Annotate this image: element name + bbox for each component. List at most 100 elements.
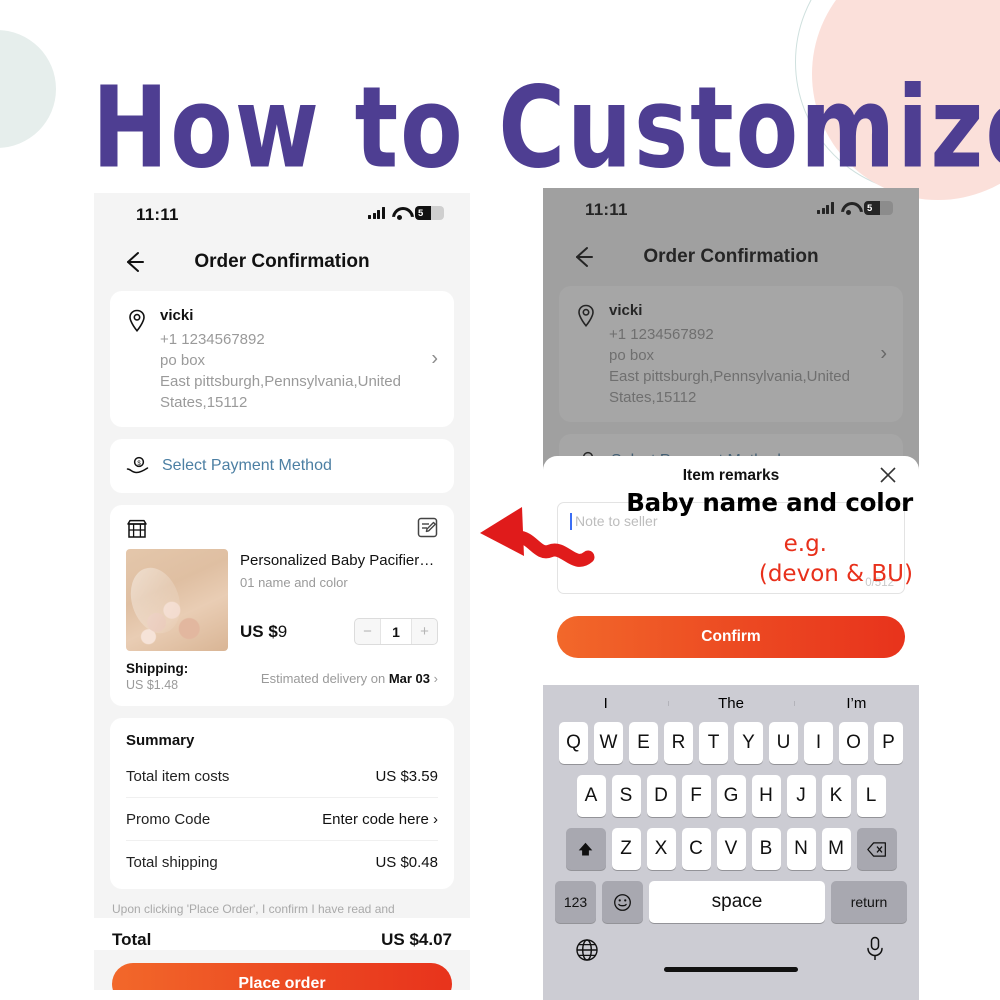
nav-bar: Order Confirmation: [94, 239, 470, 291]
key-e[interactable]: E: [629, 722, 658, 764]
summary-label: Promo Code: [126, 810, 211, 828]
disclaimer-text: Upon clicking 'Place Order', I confirm I…: [112, 902, 395, 916]
key-a[interactable]: A: [576, 775, 606, 817]
address-name: vicki: [609, 302, 643, 319]
emoji-smiley-icon[interactable]: [602, 881, 643, 923]
space-key[interactable]: space: [649, 881, 825, 923]
address-line3: States,15112: [609, 389, 697, 406]
key-k[interactable]: K: [821, 775, 851, 817]
chevron-right-icon[interactable]: ›: [431, 348, 438, 371]
battery-icon: 5: [415, 206, 444, 220]
key-f[interactable]: F: [681, 775, 711, 817]
key-u[interactable]: U: [769, 722, 798, 764]
key-w[interactable]: W: [594, 722, 623, 764]
key-c[interactable]: C: [681, 828, 711, 870]
page-title: How to Customize: [92, 63, 1000, 194]
key-g[interactable]: G: [716, 775, 746, 817]
status-icons: 5: [368, 206, 444, 220]
product-image[interactable]: [126, 549, 228, 651]
product-price: US $9: [240, 622, 287, 642]
estimated-delivery[interactable]: Estimated delivery on Mar 03 ›: [261, 661, 438, 686]
close-icon[interactable]: [879, 466, 897, 484]
address-line2: East pittsburgh,Pennsylvania,United: [609, 368, 850, 385]
summary-row-promo-code[interactable]: Promo Code Enter code here ›: [126, 798, 438, 841]
suggestion-2[interactable]: The: [668, 695, 793, 712]
shipping-info: Shipping: US $1.48: [126, 661, 188, 692]
total-label: Total: [112, 930, 152, 949]
suggestion-1[interactable]: I: [543, 695, 668, 712]
edit-note-icon[interactable]: [417, 517, 438, 538]
order-item-card: Personalized Baby Pacifier Clip Custo… 0…: [110, 505, 454, 706]
promo-code-value[interactable]: Enter code here ›: [322, 811, 438, 828]
product-title: Personalized Baby Pacifier Clip Custo…: [240, 552, 438, 569]
key-s[interactable]: S: [611, 775, 641, 817]
wifi-icon: [841, 202, 857, 215]
address-line1: po box: [160, 352, 206, 369]
status-bar: 11:11 5: [543, 188, 919, 234]
quantity-decrement-button[interactable]: −: [355, 619, 380, 644]
sheet-header: Item remarks: [543, 456, 919, 496]
battery-icon: 5: [864, 201, 893, 215]
nav-bar: Order Confirmation: [543, 234, 919, 286]
nav-title: Order Confirmation: [194, 251, 370, 272]
key-v[interactable]: V: [716, 828, 746, 870]
key-i[interactable]: I: [804, 722, 833, 764]
key-h[interactable]: H: [751, 775, 781, 817]
summary-value: US $3.59: [375, 767, 438, 785]
quantity-increment-button[interactable]: +: [412, 619, 437, 644]
place-order-button[interactable]: Place order: [112, 963, 452, 990]
key-l[interactable]: L: [856, 775, 886, 817]
quantity-stepper[interactable]: − 1 +: [354, 618, 438, 645]
signal-bars-icon: [368, 207, 385, 219]
backspace-icon[interactable]: [856, 828, 897, 870]
shift-up-icon[interactable]: [565, 828, 606, 870]
keyboard-bottom-bar: [543, 934, 919, 980]
payment-method-card[interactable]: $ Select Payment Method: [110, 439, 454, 493]
key-t[interactable]: T: [699, 722, 728, 764]
return-key[interactable]: return: [831, 881, 907, 923]
key-z[interactable]: Z: [611, 828, 641, 870]
key-x[interactable]: X: [646, 828, 676, 870]
summary-value: US $0.48: [375, 853, 438, 871]
store-icon[interactable]: [126, 519, 148, 539]
summary-title: Summary: [126, 732, 195, 749]
location-pin-icon: [126, 309, 148, 333]
address-card[interactable]: vicki +1 1234567892 po box East pittsbur…: [559, 286, 903, 422]
note-to-seller-input[interactable]: Note to seller 0/512: [557, 502, 905, 594]
wifi-icon: [392, 207, 408, 220]
microphone-icon[interactable]: [865, 936, 885, 962]
key-y[interactable]: Y: [734, 722, 763, 764]
key-m[interactable]: M: [821, 828, 851, 870]
status-time: 11:11: [585, 200, 628, 219]
numbers-key[interactable]: 123: [555, 881, 596, 923]
shipping-label: Shipping:: [126, 661, 189, 676]
confirm-button[interactable]: Confirm: [557, 616, 905, 658]
keyboard-row-2: A S D F G H J K L: [543, 775, 919, 817]
onscreen-keyboard: I The I’m Q W E R T Y U I O P A S D F G …: [543, 685, 919, 1000]
summary-row-total-shipping: Total shipping US $0.48: [126, 841, 438, 883]
product-variant: 01 name and color: [240, 575, 348, 590]
battery-level: 5: [867, 202, 873, 214]
address-line1: po box: [609, 347, 655, 364]
suggestion-3[interactable]: I’m: [793, 695, 919, 712]
key-n[interactable]: N: [786, 828, 816, 870]
payment-hand-coin-icon: $: [126, 455, 150, 477]
phone-screen-right: 11:11 5 Order Confirmation vicki +1 1234…: [543, 188, 919, 1000]
phone-screen-left: 11:11 5 Order Confirmation vicki +1 1234…: [94, 193, 470, 990]
key-r[interactable]: R: [664, 722, 693, 764]
character-counter: 0/512: [865, 577, 894, 589]
globe-icon[interactable]: [575, 938, 599, 962]
key-q[interactable]: Q: [559, 722, 588, 764]
key-d[interactable]: D: [646, 775, 676, 817]
key-o[interactable]: O: [839, 722, 868, 764]
key-p[interactable]: P: [874, 722, 903, 764]
key-b[interactable]: B: [751, 828, 781, 870]
keyboard-row-1: Q W E R T Y U I O P: [543, 722, 919, 764]
quantity-value[interactable]: 1: [380, 619, 412, 644]
key-j[interactable]: J: [786, 775, 816, 817]
total-value: US $4.07: [381, 930, 452, 949]
status-bar: 11:11 5: [94, 193, 470, 239]
chevron-right-icon[interactable]: ›: [880, 343, 887, 366]
address-card[interactable]: vicki +1 1234567892 po box East pittsbur…: [110, 291, 454, 427]
address-name: vicki: [160, 307, 194, 324]
